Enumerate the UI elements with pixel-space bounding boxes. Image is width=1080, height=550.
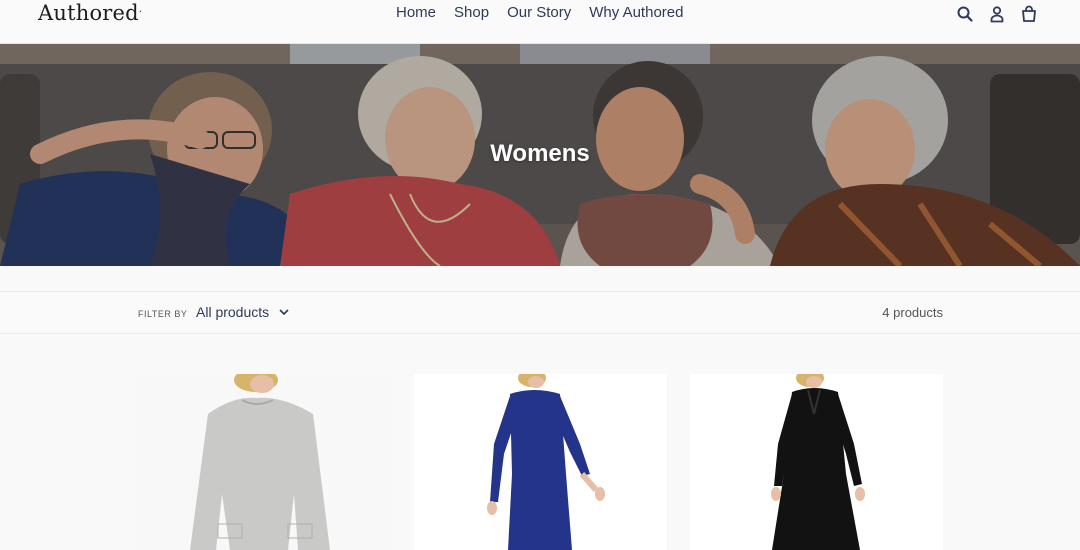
collection-hero: Womens [0, 44, 1080, 266]
account-icon[interactable] [988, 5, 1006, 23]
chevron-down-icon [279, 308, 289, 315]
nav-link-why-authored[interactable]: Why Authored [589, 4, 683, 21]
product-image-navy-dress [414, 374, 667, 550]
logo-text: Authored [38, 1, 139, 25]
nav-link-our-story[interactable]: Our Story [507, 4, 571, 21]
filter-dropdown[interactable]: All products [196, 304, 289, 320]
search-icon[interactable] [956, 5, 974, 23]
nav-link-shop[interactable]: Shop [454, 4, 489, 21]
site-logo[interactable]: Authored. [38, 1, 142, 25]
header-icons [956, 5, 1038, 23]
product-card[interactable] [414, 374, 667, 550]
product-count: 4 products [882, 305, 943, 320]
main-nav: Home Shop Our Story Why Authored [396, 4, 683, 21]
cart-icon[interactable] [1020, 5, 1038, 23]
filter-bar: FILTER BY All products 4 products [0, 291, 1080, 334]
filter-selected-value: All products [196, 304, 270, 320]
site-header: Authored. Home Shop Our Story Why Author… [0, 0, 1080, 44]
product-image-grey-dress [138, 374, 391, 550]
product-image-black-dress [690, 374, 943, 550]
product-card[interactable] [690, 374, 943, 550]
product-grid [138, 374, 943, 550]
collection-title: Womens [490, 140, 590, 167]
nav-link-home[interactable]: Home [396, 4, 436, 21]
product-card[interactable] [138, 374, 391, 550]
filter-label: FILTER BY [138, 309, 188, 319]
logo-mark: . [138, 4, 143, 15]
